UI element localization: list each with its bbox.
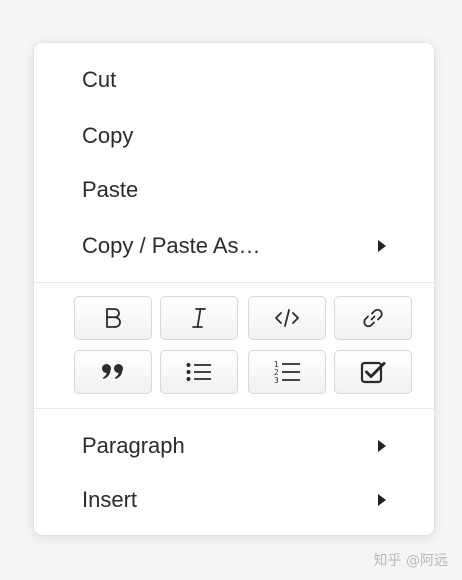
svg-text:3: 3 — [274, 376, 279, 385]
bullet-list-icon — [185, 360, 213, 384]
bold-icon — [102, 306, 124, 330]
watermark: 知乎 @阿远 — [373, 553, 448, 569]
bullet-list-button[interactable] — [160, 350, 238, 394]
menu-item-insert[interactable]: Insert — [34, 478, 434, 522]
italic-button[interactable] — [160, 296, 238, 340]
submenu-arrow-icon — [378, 440, 386, 452]
numbered-list-icon: 1 2 3 — [273, 359, 301, 385]
menu-item-label: Copy / Paste As… — [82, 233, 261, 258]
bold-button[interactable] — [74, 296, 152, 340]
code-button[interactable] — [248, 296, 326, 340]
numbered-list-button[interactable]: 1 2 3 — [248, 350, 326, 394]
menu-item-paste[interactable]: Paste — [34, 168, 434, 212]
italic-icon — [188, 306, 210, 330]
menu-item-label: Paste — [82, 177, 139, 202]
menu-item-label: Cut — [82, 67, 117, 92]
link-icon — [361, 306, 385, 330]
menu-item-copy[interactable]: Copy — [34, 114, 434, 158]
context-menu: Cut Copy Paste Copy / Paste As… 1 2 3 Pa… — [34, 43, 434, 535]
menu-item-paragraph[interactable]: Paragraph — [34, 424, 434, 468]
code-icon — [274, 307, 300, 329]
link-button[interactable] — [334, 296, 412, 340]
quote-icon — [100, 361, 126, 383]
checkbox-icon — [360, 360, 386, 384]
menu-item-label: Copy — [82, 123, 134, 148]
menu-divider — [34, 408, 434, 409]
menu-item-label: Paragraph — [82, 433, 185, 458]
menu-item-cut[interactable]: Cut — [34, 58, 434, 102]
menu-item-copy-paste-as[interactable]: Copy / Paste As… — [34, 224, 434, 268]
submenu-arrow-icon — [378, 494, 386, 506]
blockquote-button[interactable] — [74, 350, 152, 394]
menu-item-label: Insert — [82, 487, 138, 512]
todo-list-button[interactable] — [334, 350, 412, 394]
menu-divider — [34, 282, 434, 283]
submenu-arrow-icon — [378, 240, 386, 252]
